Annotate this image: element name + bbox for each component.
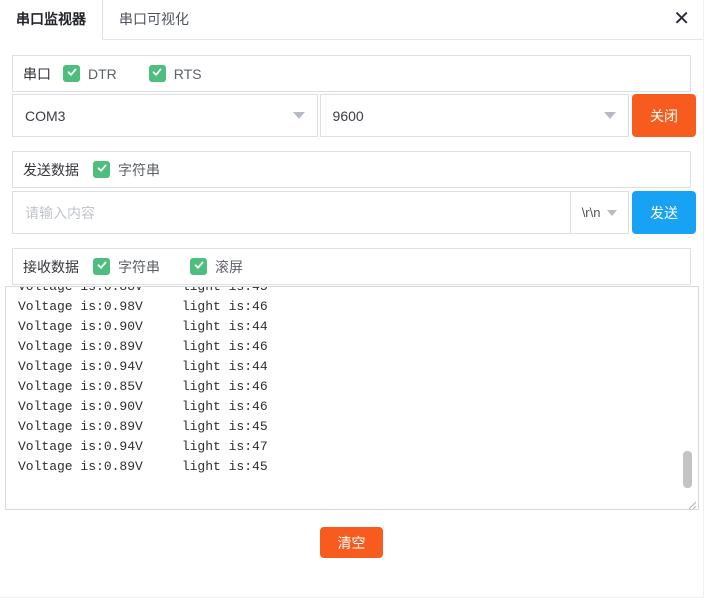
send-string-checkbox-group: 字符串: [93, 160, 160, 180]
receive-data-title: 接收数据: [23, 257, 79, 277]
receive-string-checkbox[interactable]: [93, 258, 110, 275]
chevron-down-icon: [607, 210, 617, 216]
close-port-button[interactable]: 关闭: [632, 94, 696, 137]
send-string-checkbox[interactable]: [93, 161, 110, 178]
serial-port-panel: 串口 DTR RTS: [12, 55, 691, 92]
check-icon: [193, 258, 205, 276]
receive-log-box[interactable]: Voltage is:0.88V light is:45 Voltage is:…: [5, 286, 699, 510]
line-ending-value: \r\n: [582, 205, 601, 220]
tab-serial-visualization-label: 串口可视化: [119, 11, 189, 27]
clear-row: 清空: [0, 527, 703, 558]
autoscroll-checkbox[interactable]: [190, 258, 207, 275]
serial-port-title: 串口: [23, 64, 51, 84]
tab-serial-visualization[interactable]: 串口可视化: [103, 0, 205, 39]
tab-serial-monitor[interactable]: 串口监视器: [0, 0, 103, 39]
close-icon[interactable]: ✕: [673, 4, 690, 34]
rts-checkbox-group: RTS: [149, 65, 202, 82]
dtr-checkbox-group: DTR: [63, 65, 117, 82]
resize-grip-icon[interactable]: [686, 497, 697, 508]
check-icon: [66, 65, 78, 83]
send-input-group: \r\n: [12, 191, 629, 234]
check-icon: [151, 65, 163, 83]
receive-log: Voltage is:0.88V light is:45 Voltage is:…: [6, 286, 698, 477]
autoscroll-checkbox-group: 滚屏: [190, 257, 243, 277]
serial-monitor-dialog: 串口监视器 串口可视化 ✕ 串口 DTR RTS COM3 9600: [0, 0, 704, 598]
send-data-panel: 发送数据 字符串: [12, 151, 691, 188]
check-icon: [96, 258, 108, 276]
dtr-checkbox[interactable]: [63, 65, 80, 82]
tab-bar: 串口监视器 串口可视化 ✕: [0, 0, 703, 40]
send-input[interactable]: [12, 191, 570, 234]
port-select[interactable]: COM3: [12, 94, 318, 137]
dtr-label: DTR: [88, 66, 117, 82]
receive-string-checkbox-group: 字符串: [93, 257, 160, 277]
send-input-row: \r\n 发送: [12, 191, 696, 234]
send-string-label: 字符串: [118, 160, 160, 180]
chevron-down-icon: [293, 112, 305, 119]
send-button[interactable]: 发送: [632, 191, 696, 234]
receive-data-panel: 接收数据 字符串 滚屏: [12, 248, 691, 285]
rts-label: RTS: [174, 66, 202, 82]
clear-button[interactable]: 清空: [320, 527, 383, 558]
port-config-row: COM3 9600 关闭: [12, 94, 696, 137]
chevron-down-icon: [604, 112, 616, 119]
send-data-title: 发送数据: [23, 160, 79, 180]
tab-serial-monitor-label: 串口监视器: [16, 11, 86, 27]
scrollbar-thumb[interactable]: [683, 451, 692, 488]
rts-checkbox[interactable]: [149, 65, 166, 82]
baud-select-value: 9600: [333, 108, 364, 124]
line-ending-select[interactable]: \r\n: [570, 191, 629, 234]
autoscroll-label: 滚屏: [215, 257, 243, 277]
receive-string-label: 字符串: [118, 257, 160, 277]
baud-select[interactable]: 9600: [320, 94, 630, 137]
check-icon: [96, 161, 108, 179]
port-select-value: COM3: [25, 108, 65, 124]
